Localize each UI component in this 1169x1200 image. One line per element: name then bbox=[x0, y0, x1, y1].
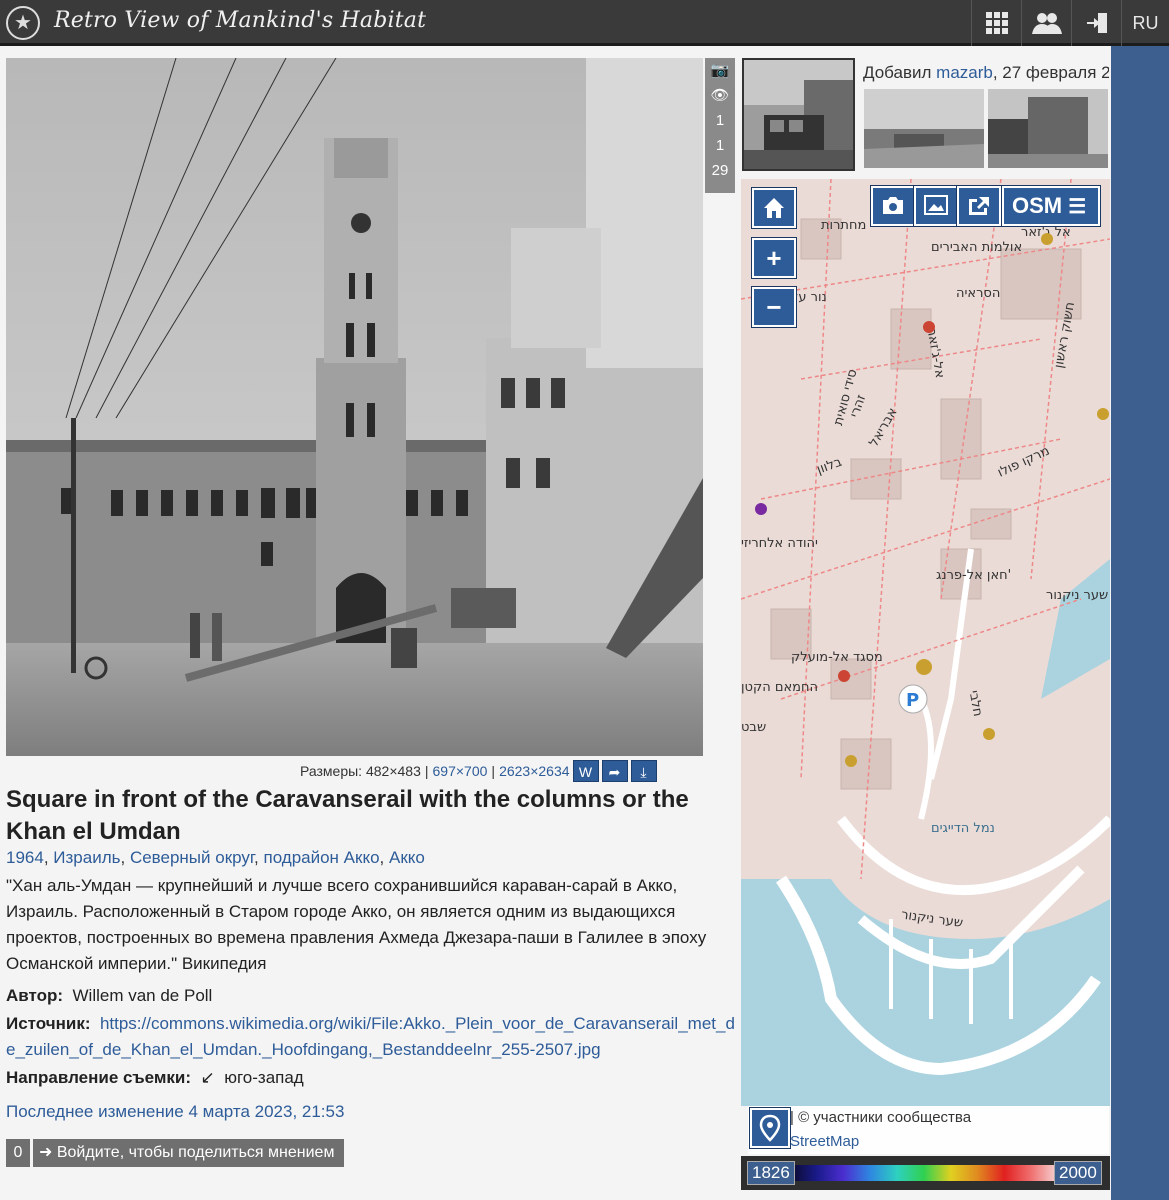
map-label: שבט bbox=[741, 720, 766, 735]
nearby-thumbnail-fortress[interactable] bbox=[988, 89, 1108, 168]
map-label: נמל הדייגים bbox=[931, 821, 995, 836]
map-label: מסגד אל-מועלק bbox=[791, 650, 883, 665]
direction-value: юго-запад bbox=[224, 1068, 304, 1087]
author-row: Автор: Willem van de Poll bbox=[6, 986, 212, 1006]
added-by: Добавил mazarb, 27 февраля 2023 bbox=[863, 63, 1109, 83]
login-to-comment-button[interactable]: ➜ Войдите, чтобы поделиться мнением bbox=[33, 1139, 345, 1167]
dims-label: Размеры: bbox=[300, 763, 363, 779]
layers-icon: ☰ bbox=[1068, 196, 1087, 218]
added-prefix: Добавил bbox=[863, 63, 932, 82]
map-label: החמאם הקטן bbox=[741, 680, 818, 695]
crumb-district[interactable]: Северный округ bbox=[130, 848, 254, 867]
page-title: Square in front of the Caravanserail wit… bbox=[6, 786, 689, 845]
camera-icon[interactable]: 📷 bbox=[705, 58, 735, 83]
map-label: חאן אל-פרנג' bbox=[936, 568, 1011, 583]
source-link[interactable]: https://commons.wikimedia.org/wiki/File:… bbox=[6, 1014, 735, 1059]
direction-label: Направление съемки: bbox=[6, 1068, 192, 1087]
direction-arrow-icon: ↙ bbox=[200, 1068, 215, 1087]
added-user-link[interactable]: mazarb bbox=[936, 63, 993, 82]
main-photo[interactable] bbox=[6, 58, 703, 756]
comment-count: 0 bbox=[6, 1139, 30, 1167]
language-switch[interactable]: RU bbox=[1121, 0, 1169, 46]
login-icon[interactable] bbox=[1071, 0, 1121, 46]
source-label: Источник: bbox=[6, 1014, 91, 1033]
map-share-icon[interactable] bbox=[956, 185, 1002, 227]
login-button-label: Войдите, чтобы поделиться мнением bbox=[56, 1144, 335, 1161]
description: "Хан аль-Умдан — крупнейший и лучше всег… bbox=[6, 876, 707, 973]
map-image-icon[interactable] bbox=[913, 185, 959, 227]
login-arrow-icon: ➜ bbox=[39, 1144, 53, 1161]
year-to-handle[interactable]: 2000 bbox=[1054, 1161, 1102, 1185]
map-camera-icon[interactable] bbox=[870, 185, 916, 227]
stat-2: 1 bbox=[715, 137, 725, 154]
map-layer-switcher[interactable]: OSM ☰ bbox=[1001, 185, 1101, 227]
crumb-year[interactable]: 1964 bbox=[6, 848, 44, 867]
share-icon[interactable]: ➦ bbox=[601, 760, 628, 782]
star-logo-icon[interactable]: ★ bbox=[6, 6, 40, 40]
year-range-slider[interactable]: 1826 2000 bbox=[741, 1156, 1110, 1190]
zoom-in-button[interactable]: + bbox=[751, 237, 797, 279]
crumb-subdistrict[interactable]: подрайон Акко bbox=[263, 848, 379, 867]
dims-medium-link[interactable]: 697×700 bbox=[433, 763, 488, 779]
last-modified[interactable]: Последнее изменение 4 марта 2023, 21:53 bbox=[6, 1102, 344, 1122]
nearby-thumbnail-coast[interactable] bbox=[864, 89, 984, 168]
year-gradient bbox=[790, 1165, 1058, 1181]
download-icon[interactable]: ⤓ bbox=[630, 760, 657, 782]
grid-icon[interactable] bbox=[971, 0, 1021, 46]
comments-bar: 0 ➜ Войдите, чтобы поделиться мнением bbox=[6, 1139, 345, 1167]
zoom-out-button[interactable]: − bbox=[751, 286, 797, 328]
dims-current: 482×483 bbox=[365, 763, 421, 779]
map-label: מחתרות bbox=[821, 218, 866, 233]
eye-icon: 👁 bbox=[710, 87, 730, 104]
map-label: יהודה אלחריזי bbox=[741, 536, 818, 551]
added-date: , 27 февраля 2023 bbox=[992, 63, 1109, 82]
photo-stats: 📷 👁 1 1 29 bbox=[705, 58, 735, 193]
stat-1: 1 bbox=[715, 112, 725, 129]
map-attribution: | © участники сообщества StreetMap bbox=[748, 1106, 1109, 1154]
author-label: Автор: bbox=[6, 986, 64, 1005]
attribution-text: | © участники сообщества bbox=[790, 1109, 972, 1126]
attribution-link[interactable]: StreetMap bbox=[790, 1133, 859, 1150]
crumb-country[interactable]: Израиль bbox=[53, 848, 120, 867]
svg-text:P: P bbox=[906, 690, 919, 711]
map-location-pin-icon[interactable] bbox=[749, 1107, 791, 1149]
map-label: שער ניקנור bbox=[1046, 588, 1108, 603]
year-from-handle[interactable]: 1826 bbox=[747, 1161, 795, 1185]
map-home-icon[interactable] bbox=[751, 187, 797, 229]
wikimedia-button[interactable]: W bbox=[572, 760, 599, 782]
osm-label: OSM bbox=[1012, 193, 1063, 218]
direction-row: Направление съемки: ↙ юго-запад bbox=[6, 1068, 304, 1088]
source-row: Источник: https://commons.wikimedia.org/… bbox=[6, 1011, 741, 1063]
author-name: Willem van de Poll bbox=[72, 986, 213, 1005]
breadcrumb: 1964, Израиль, Северный округ, подрайон … bbox=[6, 848, 425, 867]
map-label: אולמות האבירים bbox=[931, 240, 1022, 255]
right-strip bbox=[1111, 46, 1169, 1200]
map-label: הסראיה bbox=[956, 286, 1000, 301]
users-icon[interactable] bbox=[1021, 0, 1071, 46]
map-view[interactable]: אל ג'זאר אולמות האבירים הסראיה נור על מח… bbox=[741, 179, 1110, 1106]
stat-3: 29 bbox=[711, 162, 729, 179]
crumb-city[interactable]: Акко bbox=[389, 848, 425, 867]
nearby-thumbnail-tram[interactable] bbox=[742, 58, 855, 171]
photo-dimensions: Размеры: 482×483 | 697×700 | 2623×2634 W… bbox=[300, 760, 657, 782]
dims-large-link[interactable]: 2623×2634 bbox=[499, 763, 569, 779]
top-bar: ★ Retro View of Mankind's Habitat RU bbox=[0, 0, 1169, 46]
site-title[interactable]: Retro View of Mankind's Habitat bbox=[54, 8, 426, 33]
top-icons: RU bbox=[971, 0, 1169, 46]
map-label: נור על bbox=[791, 290, 827, 305]
